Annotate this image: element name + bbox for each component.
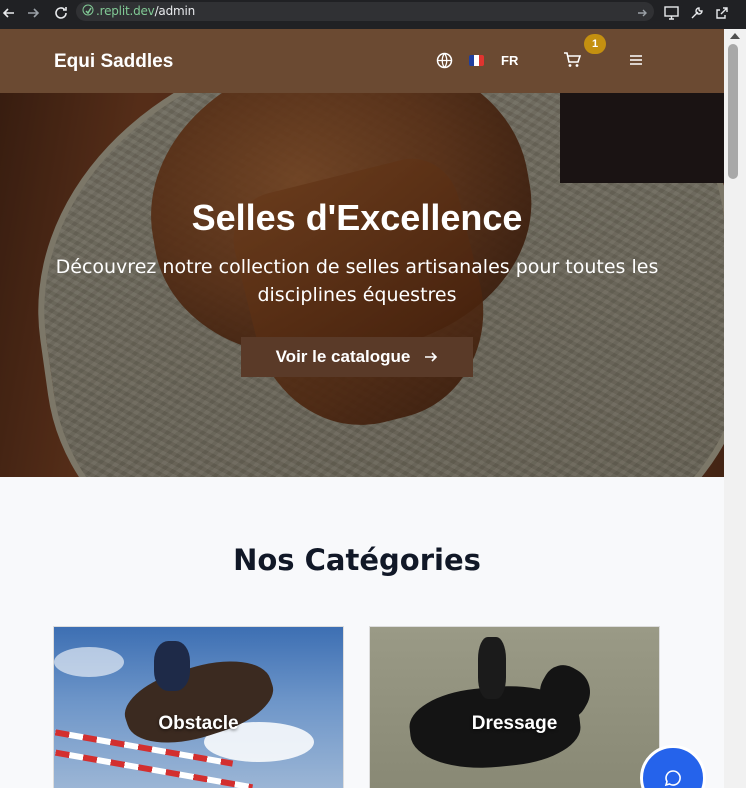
external-link-icon <box>716 7 728 19</box>
catalogue-button-label: Voir le catalogue <box>275 347 411 366</box>
back-button[interactable] <box>0 4 18 22</box>
rider-shape <box>154 641 190 691</box>
url-host: .replit.dev <box>96 4 155 18</box>
scroll-thumb[interactable] <box>728 44 738 179</box>
devices-button[interactable] <box>662 4 680 22</box>
category-card-obstacle[interactable]: Obstacle <box>53 626 344 788</box>
category-label: Dressage <box>471 713 558 734</box>
rider-shape <box>478 637 506 699</box>
arrow-right-icon <box>638 9 647 17</box>
category-card-dressage[interactable]: Dressage <box>369 626 660 788</box>
arrow-right-icon <box>425 352 438 362</box>
hero-banner: Selles d'Excellence Découvrez notre coll… <box>0 93 724 477</box>
arrow-left-icon <box>2 8 14 18</box>
categories-title: Nos Catégories <box>233 543 481 577</box>
wrench-icon <box>691 7 703 19</box>
cart-count-badge: 1 <box>584 34 606 54</box>
monitor-icon <box>663 6 679 20</box>
catalogue-button[interactable]: Voir le catalogue <box>241 337 473 377</box>
open-external-button[interactable] <box>713 4 731 22</box>
site-header: Equi Saddles FR 1 <box>0 29 724 93</box>
hero-subtitle: Découvrez notre collection de selles art… <box>55 256 659 306</box>
scroll-up-arrow[interactable] <box>730 33 740 39</box>
globe-icon[interactable] <box>436 52 453 69</box>
french-flag-icon[interactable] <box>469 55 484 66</box>
forward-button[interactable] <box>24 4 42 22</box>
hero-title: Selles d'Excellence <box>191 197 523 238</box>
cloud-shape <box>54 647 124 677</box>
page-scrollbar[interactable] <box>724 29 746 788</box>
cart-icon[interactable] <box>563 52 581 68</box>
reload-icon <box>55 7 67 19</box>
tools-button[interactable] <box>688 4 706 22</box>
language-selector[interactable]: FR <box>501 53 518 68</box>
chat-bubble-icon <box>664 770 681 787</box>
go-button[interactable] <box>633 4 651 22</box>
brand-logo[interactable]: Equi Saddles <box>54 51 173 73</box>
arrow-right-icon <box>28 8 40 18</box>
reload-button[interactable] <box>52 4 70 22</box>
site-info-icon[interactable] <box>82 4 94 16</box>
address-text[interactable]: .replit.dev/admin <box>96 4 195 18</box>
browser-toolbar: .replit.dev/admin <box>0 0 746 29</box>
category-label: Obstacle <box>158 713 239 734</box>
page-viewport: Equi Saddles FR 1 Selles d'Excellence Dé… <box>0 29 724 788</box>
hamburger-menu-icon[interactable] <box>629 54 643 66</box>
url-path: /admin <box>154 4 196 18</box>
